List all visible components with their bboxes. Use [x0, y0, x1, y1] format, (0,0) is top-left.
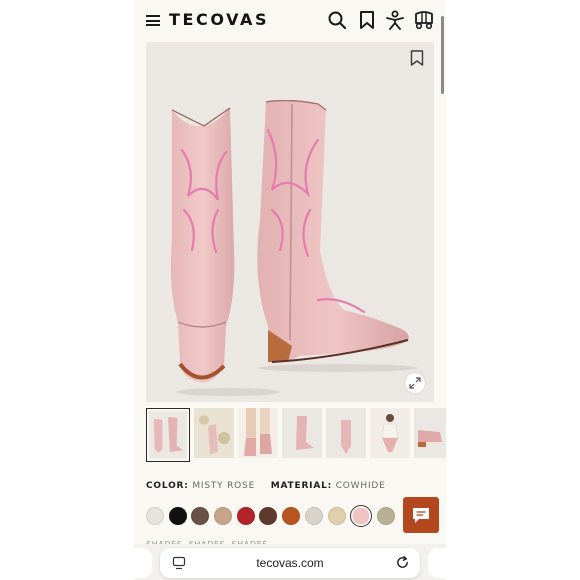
site-header: TECOVAS [134, 0, 446, 40]
expand-image-button[interactable] [404, 372, 426, 394]
swatch-red[interactable] [236, 507, 255, 525]
product-attributes: COLOR: MISTY ROSE MATERIAL: COWHIDE [146, 481, 386, 491]
thumbnail-boot-detail[interactable] [414, 408, 446, 458]
thumb-front-boot-image [326, 408, 366, 458]
pink-boots-image [170, 100, 418, 396]
thumbnail-lifestyle-floral[interactable] [194, 408, 234, 458]
bookmark-icon[interactable] [357, 10, 377, 30]
thumbnail-single-boot-side[interactable] [282, 408, 322, 458]
swatch-cognac[interactable] [282, 507, 301, 525]
thumb-boots-image [149, 411, 187, 459]
thumb-seated-image [370, 408, 410, 458]
account-icon[interactable] [385, 10, 405, 30]
color-swatch-list [146, 505, 395, 527]
thumb-floral-image [194, 408, 234, 458]
thumb-side-boot-image [282, 408, 322, 458]
reload-icon[interactable] [395, 555, 410, 570]
swatch-misty-rose[interactable] [350, 505, 373, 527]
thumbnail-lifestyle-seated[interactable] [370, 408, 410, 458]
cart-wagon-icon[interactable] [413, 10, 435, 30]
thumbnail-lifestyle-legs[interactable] [238, 408, 278, 458]
thumb-legs-image [238, 408, 278, 458]
color-value: MISTY ROSE [192, 481, 256, 491]
previous-tab-peek[interactable] [134, 548, 152, 578]
swatch-chocolate[interactable] [259, 507, 278, 525]
address-bar[interactable]: tecovas.com [160, 548, 420, 578]
brand-logo[interactable]: TECOVAS [169, 10, 269, 29]
thumbnail-single-boot-front[interactable] [326, 408, 366, 458]
swatch-python[interactable] [376, 507, 395, 525]
expand-icon [409, 377, 421, 389]
chat-button[interactable] [403, 497, 439, 533]
swatch-sand[interactable] [327, 507, 346, 525]
swatch-white[interactable] [146, 507, 164, 525]
swatch-bone[interactable] [304, 507, 323, 525]
save-bookmark-icon[interactable] [410, 50, 424, 66]
mobile-viewport: TECOVAS COLOR: MISTY ROSE MATERIAL: COWH… [134, 0, 446, 580]
next-tab-peek[interactable] [428, 548, 446, 578]
swatch-tan[interactable] [214, 507, 233, 525]
thumbnail-boots-pair[interactable] [146, 408, 190, 462]
color-label: COLOR: [146, 481, 189, 491]
swatch-dark-brown[interactable] [191, 507, 210, 525]
page-scrollbar[interactable] [441, 16, 444, 94]
menu-icon[interactable] [146, 15, 160, 26]
thumb-detail-image [414, 408, 446, 458]
search-icon[interactable] [327, 10, 347, 30]
thumbnail-strip [146, 408, 446, 464]
material-label: MATERIAL: [270, 481, 333, 491]
product-hero-image[interactable] [146, 42, 434, 402]
swatch-black[interactable] [168, 507, 187, 525]
browser-bottom-bar: tecovas.com [134, 544, 446, 580]
chat-bubble-icon [413, 507, 429, 523]
material-value: COWHIDE [335, 481, 386, 491]
screenshot-canvas: TECOVAS COLOR: MISTY ROSE MATERIAL: COWH… [0, 0, 580, 580]
url-text[interactable]: tecovas.com [160, 556, 420, 570]
